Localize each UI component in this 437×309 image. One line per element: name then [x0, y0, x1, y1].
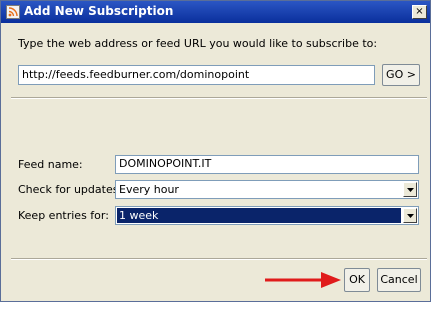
- dialog-title: Add New Subscription: [24, 4, 174, 18]
- check-updates-label: Check for updates:: [18, 183, 123, 196]
- url-input[interactable]: http://feeds.feedburner.com/dominopoint: [18, 65, 375, 85]
- close-icon: ×: [415, 6, 424, 17]
- rss-feed-icon: [6, 5, 20, 19]
- chevron-down-icon[interactable]: [403, 182, 417, 197]
- url-prompt-label: Type the web address or feed URL you wou…: [18, 37, 378, 50]
- keep-entries-label: Keep entries for:: [18, 209, 109, 222]
- keep-entries-value: 1 week: [117, 208, 401, 223]
- feed-name-label: Feed name:: [18, 158, 83, 171]
- close-button[interactable]: ×: [412, 5, 427, 19]
- chevron-down-icon[interactable]: [403, 208, 417, 223]
- divider: [11, 258, 427, 260]
- check-updates-select[interactable]: Every hour: [115, 180, 419, 199]
- ok-button[interactable]: OK: [344, 268, 370, 292]
- add-subscription-dialog: Add New Subscription × Type the web addr…: [0, 0, 431, 302]
- cancel-button[interactable]: Cancel: [377, 268, 421, 292]
- check-updates-value: Every hour: [119, 183, 179, 196]
- red-arrow-icon: [265, 272, 341, 288]
- title-bar[interactable]: Add New Subscription ×: [1, 1, 430, 23]
- feed-name-input[interactable]: DOMINOPOINT.IT: [115, 155, 419, 174]
- divider: [11, 97, 427, 99]
- go-button[interactable]: GO >: [382, 64, 420, 86]
- keep-entries-select[interactable]: 1 week: [115, 206, 419, 225]
